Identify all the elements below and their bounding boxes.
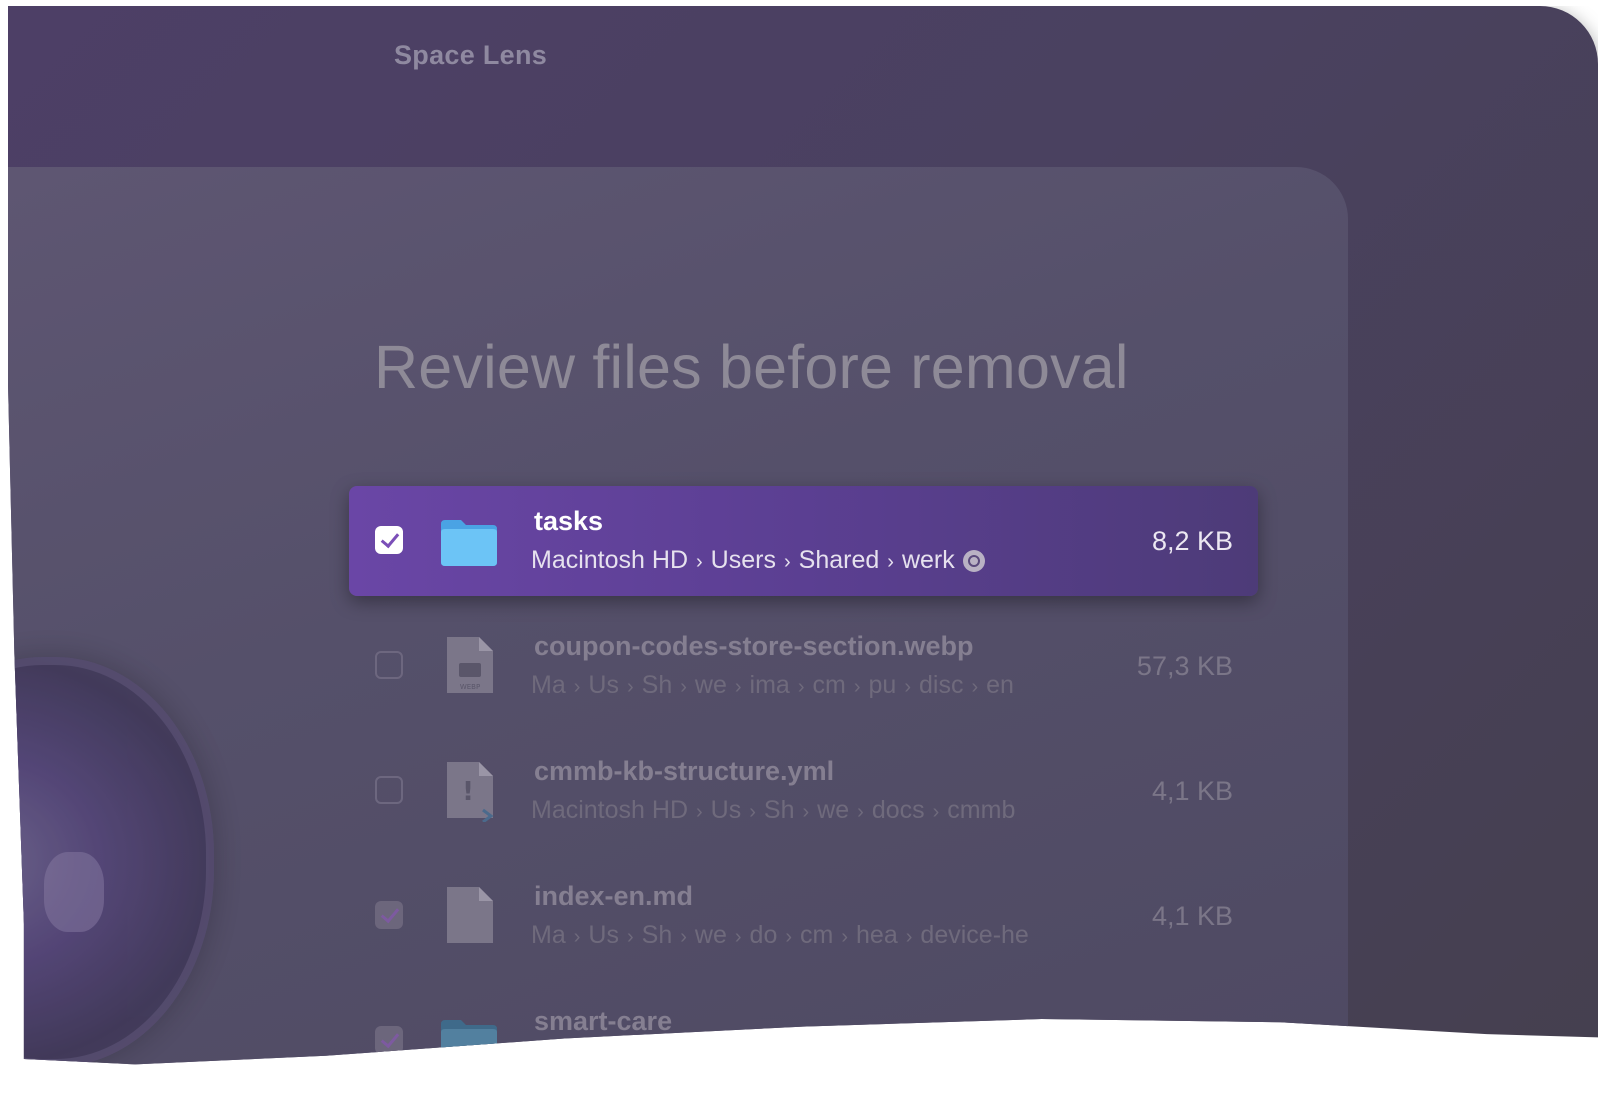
path-segment: Us	[710, 796, 742, 824]
file-path: Ma › Us › Sh › we › ima › cm › pu › disc › en	[531, 671, 1014, 699]
lens-highlight	[44, 852, 104, 932]
path-segment: disc	[919, 671, 964, 699]
file-path: Ma › Us › Sh › we › do › cm › hea › device-he	[531, 921, 1029, 949]
checkbox[interactable]	[375, 901, 403, 929]
path-segment: Macintosh HD	[531, 546, 688, 574]
path-segment: Sh	[641, 671, 673, 699]
path-segment: Us	[588, 671, 619, 699]
path-segment: Ma	[531, 671, 566, 699]
path-segment: werk	[901, 546, 955, 574]
path-segment: Shared	[798, 546, 880, 574]
path-segment: en	[986, 671, 1014, 699]
path-segment: Sh	[641, 921, 673, 949]
path-segment: docs	[871, 796, 925, 824]
path-segment: Sh	[763, 796, 795, 824]
file-size: 57,3 KB	[1136, 651, 1233, 681]
file-row-smart-care[interactable]: smart-care	[349, 986, 1258, 1065]
path-segment: cm	[800, 921, 834, 949]
file-row-webp[interactable]: WEBP coupon-codes-store-section.webp Ma ›…	[349, 611, 1258, 721]
path-segment: Us	[588, 921, 619, 949]
path-segment: we	[694, 921, 727, 949]
svg-text:!: !	[462, 777, 474, 807]
path-segment: hea	[856, 921, 898, 949]
webp-file-icon: WEBP	[447, 637, 493, 693]
file-row-tasks[interactable]: tasks Macintosh HD › Users › Shared › werk 8,2…	[349, 486, 1258, 596]
path-segment: Ma	[531, 921, 566, 949]
path-segment: we	[694, 671, 727, 699]
path-segment: cm	[812, 671, 846, 699]
app-window: Space Lens Review files before removal t…	[8, 6, 1598, 1065]
path-segment: do	[749, 921, 778, 949]
folder-icon	[441, 520, 497, 566]
file-size: 4,1 KB	[1151, 901, 1233, 931]
reveal-in-finder-icon[interactable]	[962, 550, 985, 573]
checkbox[interactable]	[375, 526, 403, 554]
page-title: Review files before removal	[374, 333, 1129, 401]
app-title: Space Lens	[394, 40, 548, 70]
checkbox[interactable]	[375, 776, 403, 804]
path-segment: Macintosh HD	[531, 796, 688, 824]
file-size: 4,1 KB	[1151, 776, 1233, 806]
path-segment: ima	[749, 671, 790, 699]
path-segment: Users	[710, 546, 776, 574]
file-name: smart-care	[534, 1006, 673, 1036]
file-name: cmmb-kb-structure.yml	[534, 756, 835, 786]
file-size: 8,2 KB	[1151, 526, 1233, 556]
svg-text:WEBP: WEBP	[460, 683, 480, 691]
checkbox[interactable]	[375, 651, 403, 679]
path-segment: we	[817, 796, 850, 824]
file-path: Macintosh HD › Us › Sh › we › docs › cmmb	[531, 796, 1016, 824]
file-name: tasks	[534, 506, 604, 536]
space-lens-illustration	[8, 657, 214, 1065]
path-segment: device-he	[920, 921, 1029, 949]
file-path: Macintosh HD › Users › Shared › werk	[531, 546, 1061, 575]
checkbox[interactable]	[375, 1026, 403, 1054]
md-file-icon	[447, 887, 493, 943]
path-segment: cmmb	[947, 796, 1016, 824]
file-row-md[interactable]: index-en.md Ma › Us › Sh › we › do › cm › hea › device…	[349, 861, 1258, 971]
file-name: coupon-codes-store-section.webp	[534, 631, 974, 661]
folder-icon	[441, 1020, 497, 1065]
yml-file-icon: !	[447, 762, 494, 822]
file-name: index-en.md	[534, 881, 694, 911]
path-segment: pu	[868, 671, 897, 699]
file-row-yml[interactable]: ! cmmb-kb-structure.yml Macintosh HD › Us ›…	[349, 736, 1258, 846]
